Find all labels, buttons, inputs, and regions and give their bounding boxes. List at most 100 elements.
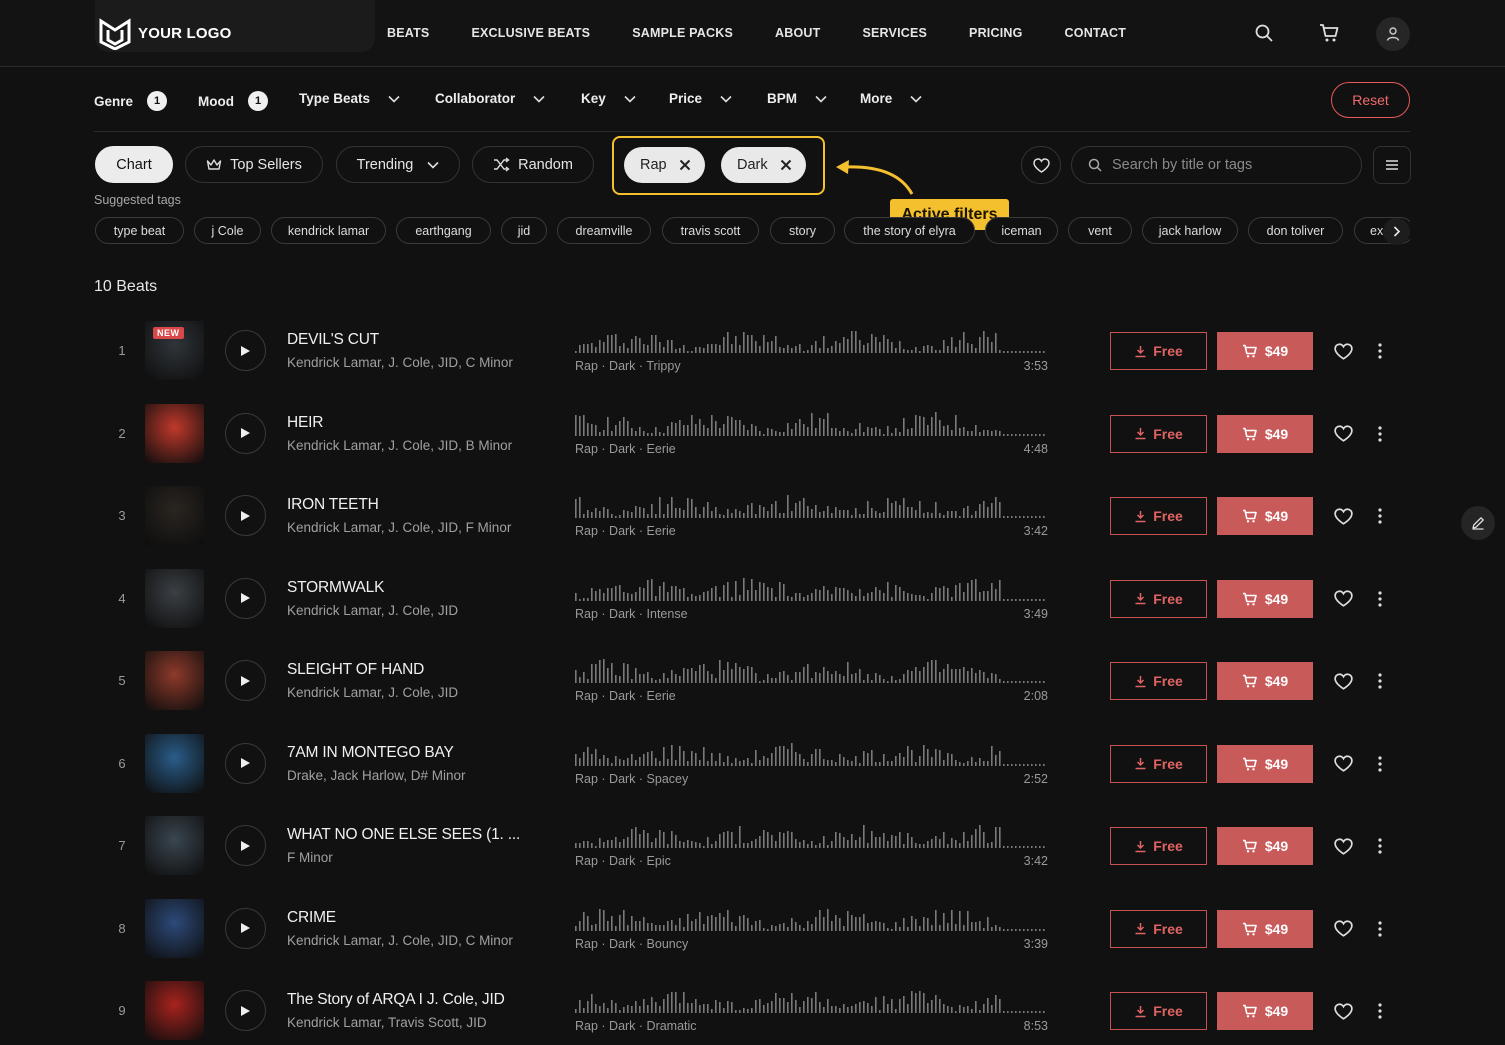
beat-title[interactable]: STORMWALK	[287, 579, 384, 597]
beat-title[interactable]: DEVIL'S CUT	[287, 331, 379, 349]
search-icon[interactable]	[1253, 22, 1275, 44]
beat-cover[interactable]: NEW	[145, 321, 204, 380]
beat-title[interactable]: CRIME	[287, 909, 336, 927]
play-button[interactable]	[225, 907, 266, 949]
beat-cover[interactable]	[145, 403, 204, 463]
free-download-button[interactable]: Free	[1110, 744, 1207, 783]
filter-bpm[interactable]: BPM	[767, 91, 827, 106]
waveform[interactable]	[575, 410, 1047, 436]
suggested-tag[interactable]: jid	[501, 217, 547, 244]
play-button[interactable]	[225, 495, 266, 536]
beat-row[interactable]: 6 7AM IN MONTEGO BAY Drake, Jack Harlow,…	[94, 733, 1410, 796]
suggested-tag[interactable]: iceman	[985, 217, 1058, 244]
suggested-tag[interactable]: kendrick lamar	[271, 217, 386, 244]
add-to-cart-button[interactable]: $49	[1217, 992, 1313, 1030]
waveform[interactable]	[575, 740, 1047, 766]
beat-title[interactable]: HEIR	[287, 414, 323, 432]
more-options-button[interactable]	[1370, 835, 1390, 857]
search-input[interactable]	[1112, 157, 1342, 173]
suggested-tag[interactable]: jack harlow	[1142, 217, 1238, 244]
menu-button[interactable]	[1373, 146, 1411, 184]
favorite-button[interactable]	[1332, 505, 1354, 527]
suggested-tag[interactable]: type beat	[95, 217, 184, 244]
more-options-button[interactable]	[1370, 423, 1390, 445]
favorite-button[interactable]	[1332, 835, 1354, 857]
free-download-button[interactable]: Free	[1110, 332, 1207, 370]
play-button[interactable]	[225, 990, 266, 1031]
free-download-button[interactable]: Free	[1110, 992, 1207, 1030]
filter-key[interactable]: Key	[581, 91, 636, 106]
beat-row[interactable]: 4 STORMWALK Kendrick Lamar, J. Cole, JID…	[94, 568, 1410, 631]
close-icon[interactable]	[780, 159, 792, 171]
suggested-tag[interactable]: j Cole	[194, 217, 261, 244]
favorite-button[interactable]	[1332, 588, 1354, 610]
nav-link-pricing[interactable]: PRICING	[969, 26, 1023, 40]
waveform[interactable]	[575, 492, 1047, 518]
cart-icon[interactable]	[1318, 22, 1340, 44]
logo[interactable]: YOUR LOGO	[98, 16, 231, 50]
favorite-button[interactable]	[1332, 670, 1354, 692]
beat-cover[interactable]	[145, 486, 204, 545]
waveform[interactable]	[575, 657, 1047, 683]
beat-row[interactable]: 8 CRIME Kendrick Lamar, J. Cole, JID, C …	[94, 898, 1410, 961]
waveform[interactable]	[575, 822, 1047, 848]
beat-cover[interactable]	[145, 651, 204, 710]
filter-mood[interactable]: Mood 1	[198, 91, 268, 111]
waveform[interactable]	[575, 575, 1047, 601]
reset-button[interactable]: Reset	[1331, 82, 1410, 118]
filter-genre[interactable]: Genre 1	[94, 91, 168, 111]
more-options-button[interactable]	[1370, 340, 1390, 362]
beat-title[interactable]: SLEIGHT OF HAND	[287, 661, 424, 679]
play-button[interactable]	[225, 742, 266, 784]
waveform[interactable]	[575, 905, 1047, 931]
beat-row[interactable]: 5 SLEIGHT OF HAND Kendrick Lamar, J. Col…	[94, 651, 1410, 713]
beat-row[interactable]: 7 WHAT NO ONE ELSE SEES (1. ... F Minor …	[94, 816, 1410, 878]
beat-cover[interactable]	[145, 733, 204, 793]
suggested-tag[interactable]: travis scott	[662, 217, 759, 244]
play-button[interactable]	[225, 577, 266, 619]
more-options-button[interactable]	[1370, 588, 1390, 610]
beat-title[interactable]: 7AM IN MONTEGO BAY	[287, 744, 454, 762]
sort-random-button[interactable]: Random	[472, 146, 594, 183]
tags-scroll-right-button[interactable]	[1383, 218, 1410, 245]
user-avatar[interactable]	[1376, 17, 1410, 51]
beat-cover[interactable]	[145, 981, 204, 1040]
nav-link-sample-packs[interactable]: SAMPLE PACKS	[632, 26, 733, 40]
sort-trending-dropdown[interactable]: Trending	[336, 146, 460, 183]
filter-price[interactable]: Price	[669, 91, 732, 106]
add-to-cart-button[interactable]: $49	[1217, 662, 1313, 700]
favorite-button[interactable]	[1332, 918, 1354, 940]
free-download-button[interactable]: Free	[1110, 414, 1207, 453]
add-to-cart-button[interactable]: $49	[1217, 827, 1313, 865]
add-to-cart-button[interactable]: $49	[1217, 414, 1313, 453]
play-button[interactable]	[225, 660, 266, 701]
add-to-cart-button[interactable]: $49	[1217, 332, 1313, 370]
waveform[interactable]	[575, 987, 1047, 1013]
sort-chart-button[interactable]: Chart	[95, 146, 173, 183]
sort-top-sellers-button[interactable]: Top Sellers	[185, 146, 323, 183]
play-button[interactable]	[225, 412, 266, 454]
suggested-tag[interactable]: don toliver	[1248, 217, 1343, 244]
waveform[interactable]	[575, 327, 1047, 353]
add-to-cart-button[interactable]: $49	[1217, 744, 1313, 783]
add-to-cart-button[interactable]: $49	[1217, 579, 1313, 618]
favorite-button[interactable]	[1332, 423, 1354, 445]
free-download-button[interactable]: Free	[1110, 827, 1207, 865]
close-icon[interactable]	[679, 159, 691, 171]
beat-cover[interactable]	[145, 898, 204, 958]
more-options-button[interactable]	[1370, 670, 1390, 692]
add-to-cart-button[interactable]: $49	[1217, 909, 1313, 948]
favorite-button[interactable]	[1332, 753, 1354, 775]
more-options-button[interactable]	[1370, 1000, 1390, 1022]
nav-link-contact[interactable]: CONTACT	[1065, 26, 1127, 40]
suggested-tag[interactable]: earthgang	[396, 217, 491, 244]
beat-title[interactable]: The Story of ARQA I J. Cole, JID	[287, 991, 505, 1009]
beat-row[interactable]: 3 IRON TEETH Kendrick Lamar, J. Cole, JI…	[94, 486, 1410, 548]
free-download-button[interactable]: Free	[1110, 909, 1207, 948]
beat-title[interactable]: IRON TEETH	[287, 496, 379, 514]
beat-row[interactable]: 2 HEIR Kendrick Lamar, J. Cole, JID, B M…	[94, 403, 1410, 466]
beat-row[interactable]: 9 The Story of ARQA I J. Cole, JID Kendr…	[94, 981, 1410, 1043]
free-download-button[interactable]: Free	[1110, 497, 1207, 535]
suggested-tag[interactable]: the story of elyra	[844, 217, 975, 244]
favorites-button[interactable]	[1021, 146, 1061, 184]
